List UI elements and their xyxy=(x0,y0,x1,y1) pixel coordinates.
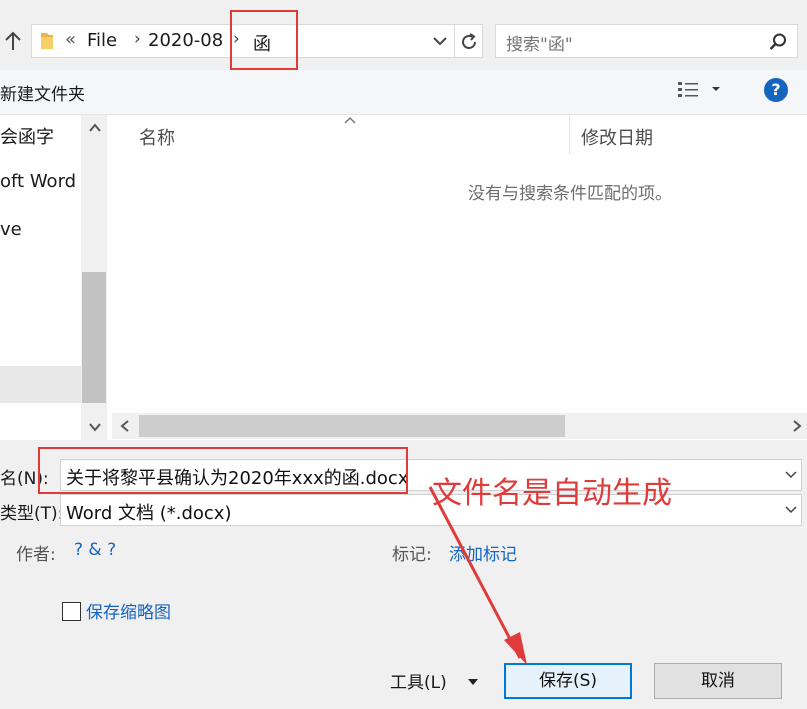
column-header-date[interactable]: 修改日期 xyxy=(581,124,653,150)
annotation-highlight-box xyxy=(38,447,408,494)
scrollbar-thumb[interactable] xyxy=(82,272,106,403)
search-placeholder: 搜索"函" xyxy=(506,35,573,55)
breadcrumb-file[interactable]: File xyxy=(87,30,117,51)
chevron-down-icon[interactable] xyxy=(88,420,102,434)
refresh-icon[interactable] xyxy=(458,31,480,53)
sort-ascending-icon xyxy=(344,116,356,124)
save-thumbnail-label[interactable]: 保存缩略图 xyxy=(86,598,171,623)
filetype-select[interactable]: Word 文档 (*.docx) xyxy=(60,494,802,526)
filetype-value: Word 文档 (*.docx) xyxy=(66,503,232,524)
search-input[interactable]: 搜索"函" xyxy=(495,24,798,58)
tools-dropdown-icon[interactable] xyxy=(467,678,479,686)
column-header-name[interactable]: 名称 xyxy=(139,124,175,150)
breadcrumb-separator-icon[interactable]: › xyxy=(134,29,141,49)
cancel-button[interactable]: 取消 xyxy=(654,663,782,699)
column-divider[interactable] xyxy=(569,115,570,155)
horizontal-scrollbar[interactable] xyxy=(112,413,807,439)
nav-item[interactable]: ve xyxy=(0,219,22,240)
folder-icon xyxy=(41,33,53,49)
search-icon[interactable] xyxy=(768,32,788,52)
filetype-label: 类型(T): xyxy=(0,504,64,524)
author-label: 作者: xyxy=(16,545,56,565)
save-button[interactable]: 保存(S) xyxy=(504,663,632,699)
nav-item[interactable]: 会函字 xyxy=(0,123,54,149)
add-tags-link[interactable]: 添加标记 xyxy=(449,540,517,565)
new-folder-button[interactable]: 新建文件夹 xyxy=(0,80,85,105)
chevron-up-icon[interactable] xyxy=(88,121,102,135)
file-list: 名称 修改日期 没有与搜索条件匹配的项。 xyxy=(107,115,807,440)
author-link[interactable]: ? & ? xyxy=(74,540,116,560)
chevron-right-icon[interactable] xyxy=(790,419,804,433)
nav-selected-item[interactable] xyxy=(0,366,81,403)
chevron-down-icon[interactable] xyxy=(785,471,797,479)
tags-label: 标记: xyxy=(392,545,432,565)
navigation-pane: 会函字 oft Word ve xyxy=(0,115,107,440)
chevron-down-icon[interactable] xyxy=(785,506,797,514)
help-icon[interactable]: ? xyxy=(764,78,788,102)
save-thumbnail-checkbox[interactable] xyxy=(62,602,81,621)
chevron-left-icon[interactable] xyxy=(118,419,132,433)
breadcrumb-2020-08[interactable]: 2020-08 xyxy=(148,30,223,51)
annotation-text: 文件名是自动生成 xyxy=(432,476,672,511)
nav-item[interactable]: oft Word xyxy=(0,171,76,192)
nav-scrollbar[interactable] xyxy=(81,115,107,440)
view-options-icon[interactable] xyxy=(677,81,699,99)
empty-message: 没有与搜索条件匹配的项。 xyxy=(468,184,672,204)
view-dropdown-icon[interactable] xyxy=(710,84,722,94)
up-arrow-icon[interactable] xyxy=(2,28,24,54)
address-toolbar: « File › 2020-08 › 函 搜索"函" xyxy=(0,0,807,70)
overflow-chevron-icon[interactable]: « xyxy=(65,29,76,50)
annotation-highlight-box xyxy=(230,10,298,70)
command-toolbar: 新建文件夹 ? xyxy=(0,70,807,115)
tools-button[interactable]: 工具(L) xyxy=(390,668,447,693)
scrollbar-thumb[interactable] xyxy=(139,415,565,437)
chevron-down-icon[interactable] xyxy=(430,31,450,51)
divider xyxy=(454,25,455,57)
